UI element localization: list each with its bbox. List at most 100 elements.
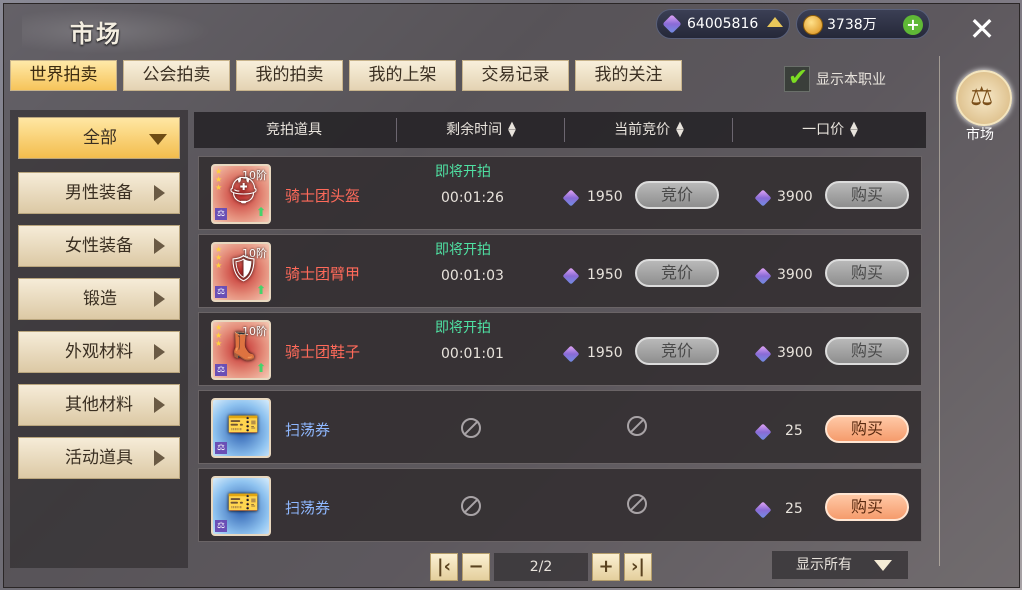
buyout-price: 25	[785, 423, 803, 439]
gem-icon	[754, 267, 772, 285]
category-all[interactable]: 全部	[18, 117, 180, 159]
gem-icon	[754, 189, 772, 207]
bid-button[interactable]: 竞价	[635, 337, 719, 365]
buy-button[interactable]: 购买	[825, 493, 909, 521]
category-sidebar: 全部 男性装备 女性装备 锻造 外观材料 其他材料 活动道具	[10, 110, 188, 568]
chevron-right-icon	[154, 450, 165, 466]
auction-row[interactable]: ★ ★ ★ 10阶 👢 ⚖ ⬆ 骑士团鞋子 即将开拍 00:01:01 1950 竞…	[198, 312, 922, 386]
last-page-button[interactable]: ›|	[624, 553, 652, 581]
buyout-price: 3900	[777, 189, 813, 205]
column-time-sort[interactable]: 剩余时间 ▲ ▼	[398, 112, 564, 148]
sort-icon: ▲ ▼	[850, 120, 858, 139]
sort-icon: ▲ ▼	[676, 120, 684, 139]
upgrade-icon: ⬆	[255, 283, 266, 297]
coin-amount: 3738万	[827, 17, 877, 33]
item-name: 扫荡券	[285, 499, 331, 517]
chevron-right-icon	[154, 238, 165, 254]
show-own-class-checkbox[interactable]: ✔	[784, 63, 810, 92]
remaining-time: 00:01:26	[441, 190, 504, 206]
chevron-right-icon	[154, 291, 165, 307]
buyout-price: 25	[785, 501, 803, 517]
chevron-down-icon	[149, 134, 167, 145]
market-side-label: 市场	[966, 127, 994, 143]
tab-world-auction[interactable]: 世界拍卖	[10, 60, 117, 91]
category-label: 其他材料	[65, 395, 133, 415]
buy-button[interactable]: 购买	[825, 337, 909, 365]
chevron-down-icon	[874, 560, 892, 571]
bid-button[interactable]: 竞价	[635, 181, 719, 209]
bracer-icon[interactable]: ★ ★ ★ 10阶 🛡 ⚖ ⬆	[211, 242, 271, 302]
status-label: 即将开拍	[435, 164, 491, 180]
gem-icon	[662, 14, 682, 34]
column-bid-sort[interactable]: 当前竞价 ▲ ▼	[566, 112, 732, 148]
boots-icon[interactable]: ★ ★ ★ 10阶 👢 ⚖ ⬆	[211, 320, 271, 380]
first-page-button[interactable]: |‹	[430, 553, 458, 581]
tab-my-watchlist[interactable]: 我的关注	[575, 60, 682, 91]
item-name: 扫荡券	[285, 421, 331, 439]
bound-icon: ⚖	[215, 442, 227, 454]
bound-icon: ⚖	[215, 208, 227, 220]
category-other-materials[interactable]: 其他材料	[18, 384, 180, 426]
remaining-time: 00:01:01	[441, 346, 504, 362]
tab-guild-auction[interactable]: 公会拍卖	[123, 60, 230, 91]
status-label: 即将开拍	[435, 242, 491, 258]
category-forging[interactable]: 锻造	[18, 278, 180, 320]
upgrade-icon: ⬆	[255, 361, 266, 375]
category-label: 外观材料	[65, 342, 133, 362]
item-name: 骑士团头盔	[285, 187, 361, 205]
remaining-time: 00:01:03	[441, 268, 504, 284]
auction-row[interactable]: ★ ★ ★ 10阶 ⛑ ⚖ ⬆ 骑士团头盔 即将开拍 00:01:26 1950 竞…	[198, 156, 922, 230]
column-divider	[564, 118, 565, 142]
current-bid: 1950	[587, 189, 623, 205]
gem-icon	[754, 423, 772, 441]
category-female-gear[interactable]: 女性装备	[18, 225, 180, 267]
boots-glyph-icon: 👢	[227, 332, 260, 362]
category-label: 活动道具	[65, 448, 133, 468]
auction-row[interactable]: 🎫 ⚖ 扫荡券 25 购买	[198, 468, 922, 542]
helmet-icon[interactable]: ★ ★ ★ 10阶 ⛑ ⚖ ⬆	[211, 164, 271, 224]
close-icon[interactable]: ✕	[965, 12, 999, 46]
category-event-items[interactable]: 活动道具	[18, 437, 180, 479]
status-label: 即将开拍	[435, 320, 491, 336]
ticket-glyph-icon: 🎫	[227, 410, 260, 440]
column-buyout-sort[interactable]: 一口价 ▲ ▼	[734, 112, 926, 148]
sweep-ticket-icon[interactable]: 🎫 ⚖	[211, 476, 271, 536]
buy-button[interactable]: 购买	[825, 181, 909, 209]
item-name: 骑士团臂甲	[285, 265, 361, 283]
chevron-right-icon	[154, 344, 165, 360]
coin-balance: 3738万 +	[796, 9, 930, 39]
star-icon: ★ ★ ★	[215, 245, 223, 270]
show-own-class-filter[interactable]: ✔ 显示本职业	[784, 63, 886, 92]
tab-bar: 世界拍卖 公会拍卖 我的拍卖 我的上架 交易记录 我的关注	[10, 60, 682, 91]
buyout-price: 3900	[777, 267, 813, 283]
bid-button[interactable]: 竞价	[635, 259, 719, 287]
bound-icon: ⚖	[215, 364, 227, 376]
display-filter-dropdown[interactable]: 显示所有	[772, 551, 908, 579]
buy-button[interactable]: 购买	[825, 415, 909, 443]
page-indicator: 2/2	[494, 553, 588, 581]
tab-my-listings[interactable]: 我的上架	[349, 60, 456, 91]
buy-button[interactable]: 购买	[825, 259, 909, 287]
column-divider	[732, 118, 733, 142]
not-available-icon	[627, 494, 647, 514]
add-coin-button[interactable]: +	[903, 15, 923, 35]
gem-icon	[562, 345, 580, 363]
upgrade-arrow-icon[interactable]	[767, 17, 783, 27]
tab-trade-records[interactable]: 交易记录	[462, 60, 569, 91]
coin-icon	[803, 15, 823, 35]
next-page-button[interactable]: +	[592, 553, 620, 581]
not-available-icon	[461, 418, 481, 438]
chevron-right-icon	[154, 397, 165, 413]
prev-page-button[interactable]: −	[462, 553, 490, 581]
category-appearance-materials[interactable]: 外观材料	[18, 331, 180, 373]
category-male-gear[interactable]: 男性装备	[18, 172, 180, 214]
tab-my-auction[interactable]: 我的拍卖	[236, 60, 343, 91]
market-scale-button[interactable]: ⚖	[956, 70, 1012, 126]
chevron-right-icon	[154, 185, 165, 201]
column-divider	[396, 118, 397, 142]
sweep-ticket-icon[interactable]: 🎫 ⚖	[211, 398, 271, 458]
auction-row[interactable]: ★ ★ ★ 10阶 🛡 ⚖ ⬆ 骑士团臂甲 即将开拍 00:01:03 1950 竞…	[198, 234, 922, 308]
auction-row[interactable]: 🎫 ⚖ 扫荡券 25 购买	[198, 390, 922, 464]
column-item: 竞拍道具	[266, 122, 322, 138]
pagination: |‹ − 2/2 + ›|	[430, 553, 652, 581]
